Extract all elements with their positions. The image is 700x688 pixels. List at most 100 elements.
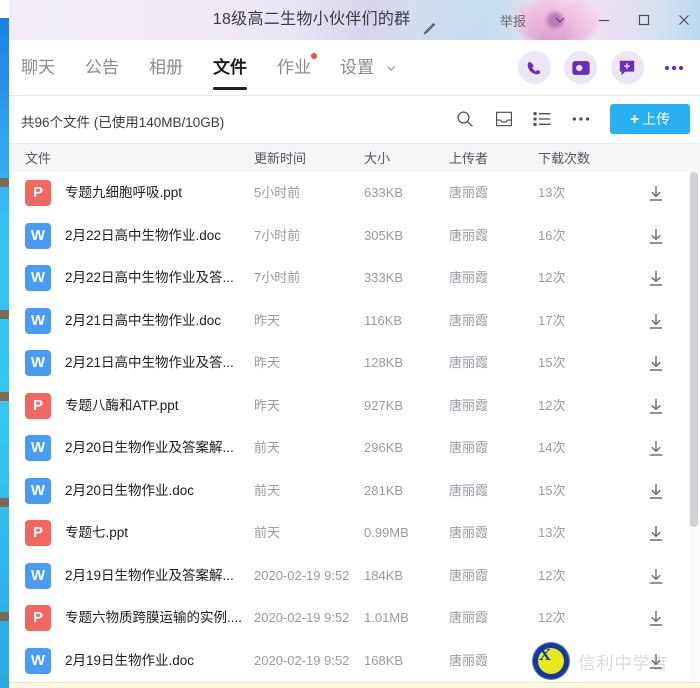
file-download-count: 15次 [538,470,565,513]
file-count-label: 共96个文件 (已使用140MB/10GB) [21,111,224,131]
download-icon[interactable] [639,172,673,215]
bottom-status-bar [9,682,700,688]
tab-label: 相册 [149,58,183,77]
file-uploader: 唐丽霞 [449,300,488,343]
file-name[interactable]: 2月20日生物作业.doc [65,470,194,513]
tab-label: 公告 [85,58,119,77]
video-call-icon[interactable] [564,51,597,84]
maximize-icon[interactable] [624,0,664,40]
table-row[interactable]: W2月22日高中生物作业及答...7小时前333KB唐丽霞12次 [9,257,700,300]
table-row[interactable]: P专题七.ppt前天0.99MB唐丽霞13次 [9,512,700,555]
new-chat-icon[interactable] [611,51,644,84]
file-uploader: 唐丽霞 [449,555,488,598]
tab-label: 聊天 [21,58,55,77]
download-icon[interactable] [639,385,673,428]
file-type-icon: W [25,308,51,334]
pencil-icon[interactable] [422,12,436,26]
tab-homework[interactable]: 作业 [277,40,311,96]
file-size: 128KB [364,342,403,385]
file-name[interactable]: 2月19日生物作业及答案解... [65,555,234,598]
file-type-icon: W [25,478,51,504]
download-icon[interactable] [639,300,673,343]
minimize-icon[interactable] [584,0,624,40]
active-tab-underline [213,87,247,90]
more-horizontal-icon[interactable] [566,104,596,134]
column-header-downloads[interactable]: 下载次数 [538,144,590,173]
file-name[interactable]: 2月20日生物作业及答案解... [65,427,234,470]
title-bar: 18级高二生物小伙伴们的群 举报 [9,0,700,40]
upload-button[interactable]: +上传 [610,104,690,134]
inbox-icon[interactable] [489,104,519,134]
file-uploader: 唐丽霞 [449,597,488,640]
file-update-time: 7小时前 [254,215,300,258]
file-table-header: 文件 更新时间 大小 上传者 下载次数 [9,143,700,172]
download-icon[interactable] [639,427,673,470]
group-name: 18级高二生物小伙伴们的群 [213,0,411,40]
chevron-down-icon[interactable] [552,12,568,28]
scrollbar-thumb[interactable] [690,172,698,527]
download-icon[interactable] [639,640,673,683]
file-size: 116KB [364,300,402,343]
file-name[interactable]: 2月22日高中生物作业及答... [65,257,234,300]
voice-call-icon[interactable] [518,51,551,84]
file-download-count: 12次 [538,385,565,428]
file-list[interactable]: P专题九细胞呼吸.ppt5小时前633KB唐丽霞13次W2月22日高中生物作业.… [9,172,700,682]
column-header-file[interactable]: 文件 [25,144,51,173]
download-icon[interactable] [639,597,673,640]
report-button[interactable]: 举报 [500,11,526,30]
column-header-size[interactable]: 大小 [364,144,390,173]
notification-dot-icon [311,53,317,59]
file-name[interactable]: 2月22日高中生物作业.doc [65,215,221,258]
file-uploader: 唐丽霞 [449,512,488,555]
table-row[interactable]: W2月21日高中生物作业.doc昨天116KB唐丽霞17次 [9,300,700,343]
tab-files[interactable]: 文件 [213,40,247,96]
file-update-time: 2020-02-19 9:52 [254,640,349,683]
column-header-time[interactable]: 更新时间 [254,144,306,173]
table-row[interactable]: P专题九细胞呼吸.ppt5小时前633KB唐丽霞13次 [9,172,700,215]
tab-announcements[interactable]: 公告 [85,40,119,96]
download-icon[interactable] [639,470,673,513]
file-type-icon: P [25,393,51,419]
file-name[interactable]: 专题八酶和ATP.ppt [65,385,179,428]
file-update-time: 昨天 [254,342,280,385]
table-row[interactable]: W2月19日生物作业及答案解...2020-02-19 9:52184KB唐丽霞… [9,555,700,598]
file-download-count: 15次 [538,342,565,385]
table-row[interactable]: W2月21日高中生物作业及答...昨天128KB唐丽霞15次 [9,342,700,385]
table-row[interactable]: W2月20日生物作业.doc前天281KB唐丽霞15次 [9,470,700,513]
more-icon[interactable] [657,51,690,84]
file-uploader: 唐丽霞 [449,470,488,513]
tab-chat[interactable]: 聊天 [21,40,55,96]
file-name[interactable]: 2月19日生物作业.doc [65,640,194,683]
file-uploader: 唐丽霞 [449,342,488,385]
download-icon[interactable] [639,215,673,258]
download-icon[interactable] [639,512,673,555]
file-name[interactable]: 专题九细胞呼吸.ppt [65,172,182,215]
search-icon[interactable] [450,104,480,134]
tab-settings[interactable]: 设置 [340,40,397,96]
download-icon[interactable] [639,257,673,300]
file-type-icon: W [25,648,51,674]
table-row[interactable]: W2月20日生物作业及答案解...前天296KB唐丽霞14次 [9,427,700,470]
table-row[interactable]: W2月19日生物作业.doc2020-02-19 9:52168KB唐丽霞12次 [9,640,700,683]
close-icon[interactable] [664,0,700,40]
download-icon[interactable] [639,342,673,385]
file-size: 1.01MB [364,597,409,640]
column-header-uploader[interactable]: 上传者 [449,144,488,173]
table-row[interactable]: W2月22日高中生物作业.doc7小时前305KB唐丽霞16次 [9,215,700,258]
list-view-icon[interactable] [527,104,557,134]
file-toolbar: 共96个文件 (已使用140MB/10GB) [9,96,700,143]
file-name[interactable]: 专题六物质跨膜运输的实例.... [65,597,242,640]
vertical-scrollbar[interactable] [689,172,699,682]
tab-album[interactable]: 相册 [149,40,183,96]
file-name[interactable]: 专题七.ppt [65,512,128,555]
file-uploader: 唐丽霞 [449,640,488,683]
group-action-buttons [509,51,690,84]
file-name[interactable]: 2月21日高中生物作业及答... [65,342,234,385]
table-row[interactable]: P专题八酶和ATP.ppt昨天927KB唐丽霞12次 [9,385,700,428]
table-row[interactable]: P专题六物质跨膜运输的实例....2020-02-19 9:521.01MB唐丽… [9,597,700,640]
file-download-count: 12次 [538,640,565,683]
file-update-time: 5小时前 [254,172,300,215]
file-name[interactable]: 2月21日高中生物作业.doc [65,300,221,343]
download-icon[interactable] [639,555,673,598]
file-uploader: 唐丽霞 [449,215,488,258]
